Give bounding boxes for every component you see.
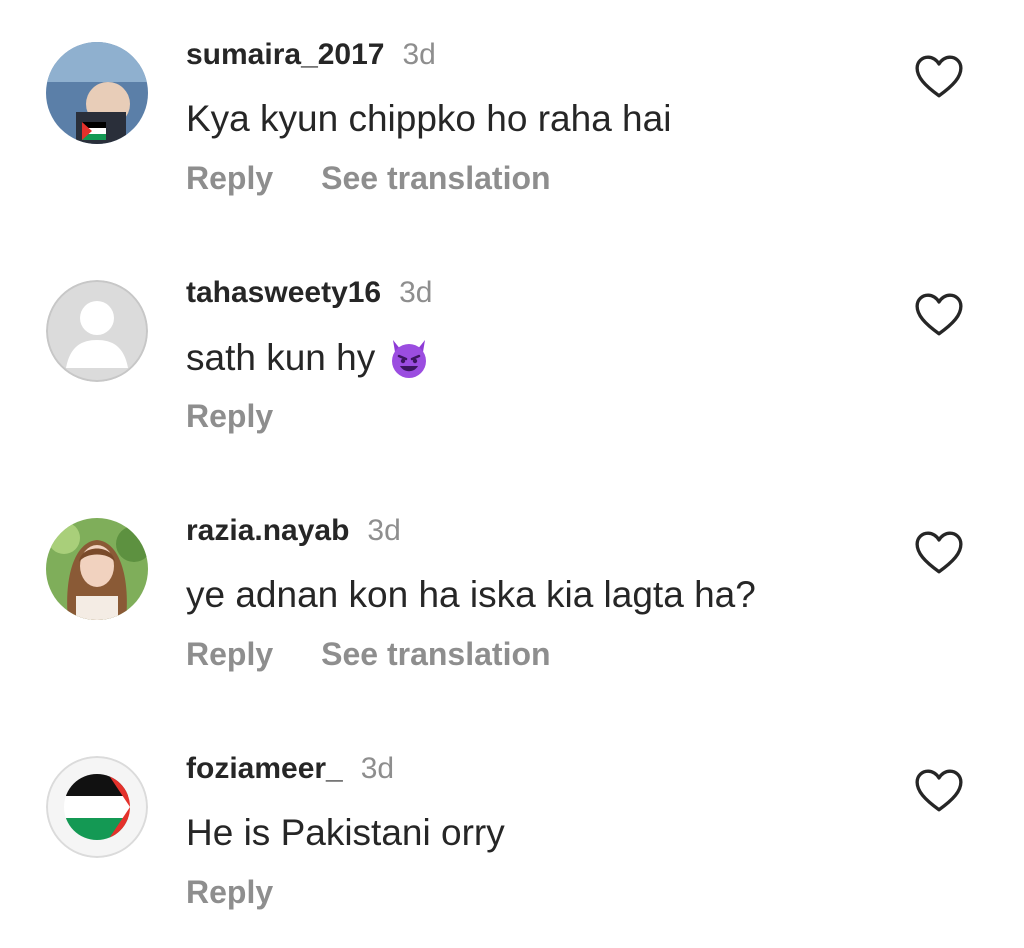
comment-item: razia.nayab 3d ye adnan kon ha iska kia …	[0, 476, 1024, 706]
smiling-devil-emoji	[392, 340, 427, 378]
comment-text: ye adnan kon ha iska kia lagta ha?	[186, 574, 756, 615]
timestamp: 3d	[367, 514, 401, 547]
reply-button[interactable]: Reply	[186, 636, 273, 673]
comment-text: He is Pakistani orry	[186, 812, 505, 853]
timestamp: 3d	[399, 276, 433, 309]
comment-item: foziameer_ 3d He is Pakistani orry Reply	[0, 714, 1024, 944]
username[interactable]: sumaira_2017	[186, 38, 385, 72]
comment-text: sath kun hy	[186, 337, 376, 378]
reply-button[interactable]: Reply	[186, 398, 273, 435]
reply-button[interactable]: Reply	[186, 874, 273, 911]
avatar[interactable]	[46, 42, 148, 144]
see-translation-button[interactable]: See translation	[321, 636, 550, 673]
username[interactable]: foziameer_	[186, 752, 343, 786]
avatar[interactable]	[46, 280, 148, 382]
reply-button[interactable]: Reply	[186, 160, 273, 197]
comment-item: tahasweety16 3d sath kun hy Reply	[0, 238, 1024, 468]
timestamp: 3d	[360, 752, 395, 785]
comment-item: sumaira_2017 3d Kya kyun chippko ho raha…	[0, 0, 1024, 230]
see-translation-button[interactable]: See translation	[321, 160, 550, 197]
username[interactable]: tahasweety16	[186, 276, 381, 310]
heart-outline-icon[interactable]	[914, 54, 964, 100]
comment-text: Kya kyun chippko ho raha hai	[186, 98, 672, 139]
heart-outline-icon[interactable]	[914, 768, 964, 814]
heart-outline-icon[interactable]	[914, 292, 964, 338]
timestamp: 3d	[402, 38, 436, 71]
username[interactable]: razia.nayab	[186, 514, 349, 548]
avatar[interactable]	[46, 756, 148, 858]
avatar[interactable]	[46, 518, 148, 620]
heart-outline-icon[interactable]	[914, 530, 964, 576]
